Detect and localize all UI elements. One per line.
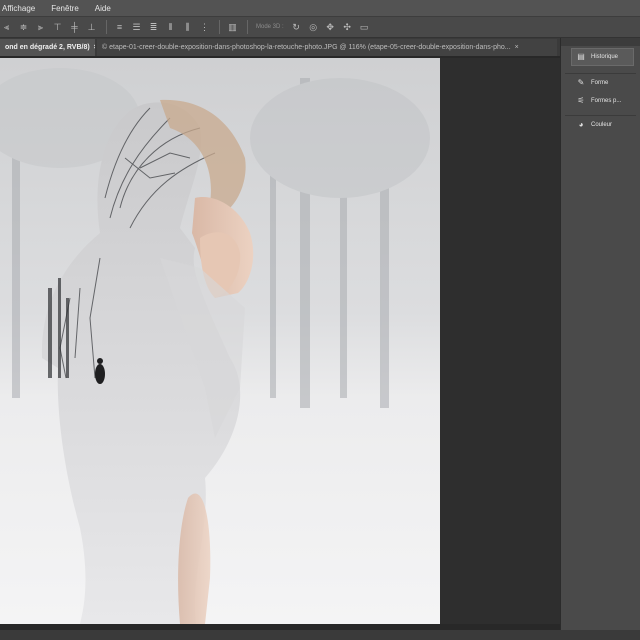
menu-fenetre[interactable]: Fenêtre xyxy=(51,4,79,13)
auto-align-icon[interactable]: ▥ xyxy=(228,22,237,32)
menu-affichage[interactable]: Affichage xyxy=(2,4,35,13)
roll-3d-icon[interactable]: ◎ xyxy=(309,22,318,32)
distribute-left-icon[interactable]: ⦀ xyxy=(166,22,175,32)
tab-active-document[interactable]: ond en dégradé 2, RVB/8) × xyxy=(0,39,95,56)
menu-bar: Affichage Fenêtre Aide xyxy=(0,0,640,16)
align-bottom-icon[interactable]: ⊥ xyxy=(87,22,96,32)
workspace-pasteboard xyxy=(440,58,560,624)
distribute-center-icon[interactable]: ⫼ xyxy=(183,22,192,32)
tab-label: © etape-01-creer-double-exposition-dans-… xyxy=(102,44,511,51)
panel-couleur[interactable]: ◕ Couleur xyxy=(561,116,640,134)
panel-label: Formes p... xyxy=(591,98,622,104)
align-center-icon[interactable]: ≑ xyxy=(19,22,28,32)
align-left-icon[interactable]: ⫷ xyxy=(2,22,11,32)
drag-3d-icon[interactable]: ✥ xyxy=(326,22,335,32)
mode-3d-label: Mode 3D : xyxy=(256,24,284,30)
document-tab-bar: ond en dégradé 2, RVB/8) × © etape-01-cr… xyxy=(0,38,560,56)
divider xyxy=(219,20,220,34)
double-exposure-image xyxy=(0,58,440,624)
brush-presets-icon: ⚟ xyxy=(577,96,585,105)
divider xyxy=(106,20,107,34)
dock-header[interactable] xyxy=(561,38,640,46)
panel-dock: ▤ Historique ✎ Forme ⚟ Formes p... ◕ Cou… xyxy=(560,38,640,630)
panel-formes-predefinies[interactable]: ⚟ Formes p... xyxy=(561,92,640,110)
align-right-icon[interactable]: ⫸ xyxy=(36,22,45,32)
options-bar: ⫷ ≑ ⫸ ⊤ ╪ ⊥ ≡ ☰ ≣ ⦀ ⫼ ⋮ ▥ Mode 3D : ↻ ◎ … xyxy=(0,16,640,38)
slide-3d-icon[interactable]: ✣ xyxy=(343,22,352,32)
history-icon: ▤ xyxy=(577,52,585,61)
brush-icon: ✎ xyxy=(577,78,585,87)
tab-inactive-document[interactable]: © etape-01-creer-double-exposition-dans-… xyxy=(97,39,557,56)
distribute-right-icon[interactable]: ⋮ xyxy=(200,22,209,32)
color-icon: ◕ xyxy=(578,120,584,129)
tab-label: ond en dégradé 2, RVB/8) xyxy=(5,44,90,51)
close-icon[interactable]: × xyxy=(515,44,519,51)
panel-label: Couleur xyxy=(591,122,613,128)
document-canvas[interactable] xyxy=(0,58,440,624)
distribute-bottom-icon[interactable]: ≣ xyxy=(149,22,158,32)
status-bar xyxy=(0,630,640,640)
orbit-3d-icon[interactable]: ↻ xyxy=(292,22,301,32)
panel-label: Forme xyxy=(591,80,609,86)
panel-forme[interactable]: ✎ Forme xyxy=(561,74,640,92)
menu-aide[interactable]: Aide xyxy=(95,4,111,13)
distribute-middle-icon[interactable]: ☰ xyxy=(132,22,141,32)
panel-historique[interactable]: ▤ Historique xyxy=(571,48,634,66)
distribute-top-icon[interactable]: ≡ xyxy=(115,22,124,32)
align-top-icon[interactable]: ⊤ xyxy=(53,22,62,32)
panel-label: Historique xyxy=(591,54,619,60)
divider xyxy=(247,20,248,34)
align-middle-icon[interactable]: ╪ xyxy=(70,22,79,32)
close-icon[interactable]: × xyxy=(94,44,95,51)
scale-3d-icon[interactable]: ▭ xyxy=(360,22,369,32)
